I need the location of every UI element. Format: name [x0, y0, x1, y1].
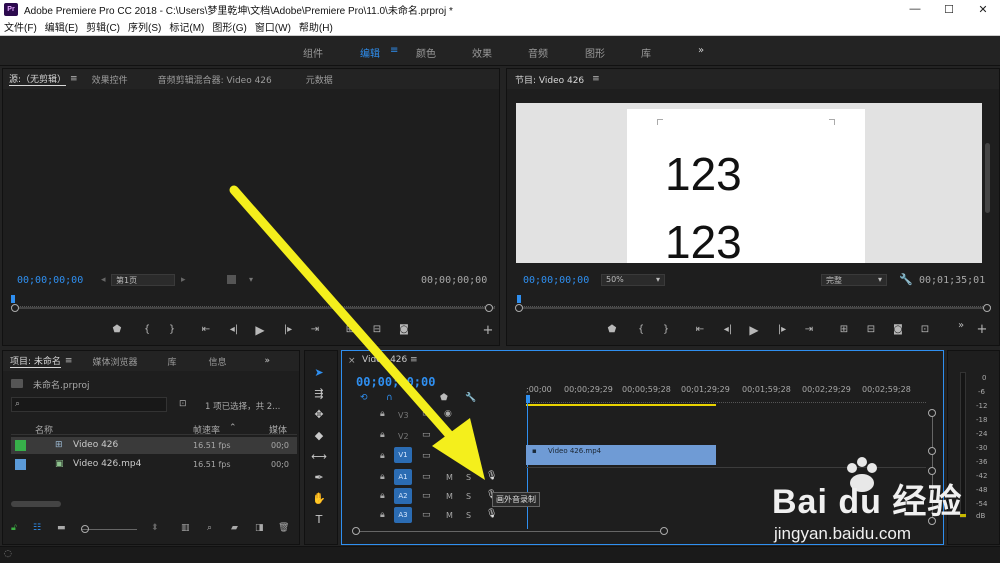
watermark-url: jingyan.baidu.com [774, 524, 912, 543]
watermark-brand: Bai du 经验 [772, 483, 963, 521]
baidu-watermark: Bai du 经验 jingyan.baidu.com [772, 452, 992, 552]
